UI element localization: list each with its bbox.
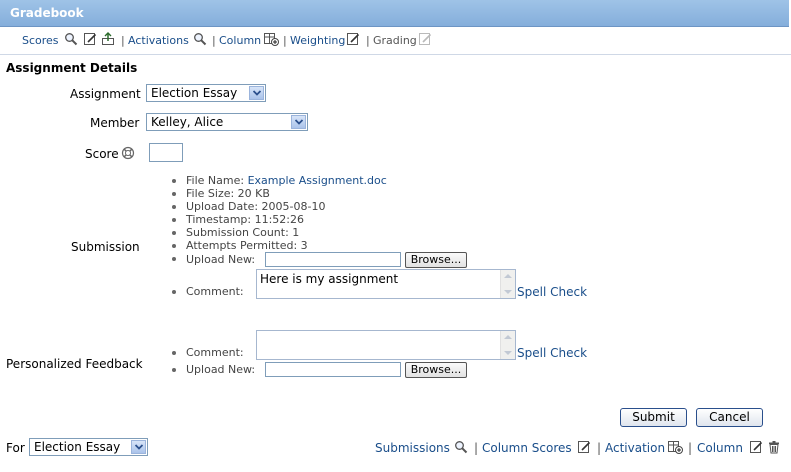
for-select-value: Election Essay (34, 440, 121, 454)
file-name-link[interactable]: Example Assignment.doc (248, 174, 387, 187)
comment-textarea[interactable]: Here is my assignment (256, 269, 516, 299)
window-titlebar: Gradebook (0, 0, 789, 27)
magnifier-icon[interactable] (64, 32, 78, 46)
edit-icon[interactable] (83, 32, 97, 46)
comment-label: Comment: (186, 285, 244, 298)
submission-label: Submission (71, 240, 140, 254)
chevron-down-icon[interactable] (291, 115, 306, 129)
list-item: Submission Count: 1 (170, 226, 387, 239)
list-item: Attempts Permitted: 3 (170, 239, 387, 252)
browse-button[interactable]: Browse... (405, 252, 467, 268)
window-title: Gradebook (10, 6, 84, 20)
feedback-upload-new-label: Upload New: (186, 363, 256, 376)
bullet (172, 290, 176, 294)
footer-separator: | (597, 441, 602, 455)
trash-icon[interactable] (767, 440, 781, 454)
toolbar-separator: | (283, 34, 287, 47)
member-label: Member (90, 116, 140, 130)
personalized-feedback-label: Personalized Feedback (6, 357, 143, 371)
edit-icon[interactable] (346, 32, 360, 46)
toolbar: Scores | Activations | Column | Weightin… (0, 27, 791, 55)
list-item: File Size: 20 KB (170, 187, 387, 200)
add-column-icon[interactable] (667, 440, 683, 454)
list-item: File Name: Example Assignment.doc (170, 174, 387, 187)
submission-details-list: File Name: Example Assignment.doc File S… (170, 174, 387, 252)
toolbar-column-link[interactable]: Column (219, 34, 261, 47)
magnifier-icon[interactable] (454, 440, 468, 454)
scrollbar[interactable] (500, 270, 515, 298)
assignment-label: Assignment (70, 87, 141, 101)
footer-column-link[interactable]: Column (697, 441, 743, 455)
toolbar-scores-link[interactable]: Scores (22, 34, 59, 47)
spell-check-link[interactable]: Spell Check (517, 285, 587, 299)
bullet (172, 257, 176, 261)
footer-submissions-link[interactable]: Submissions (375, 441, 450, 455)
section-title: Assignment Details (6, 61, 138, 75)
submit-button[interactable]: Submit (620, 408, 687, 427)
help-lifesaver-icon[interactable] (121, 146, 135, 160)
bullet (172, 351, 176, 355)
feedback-browse-button[interactable]: Browse... (405, 362, 467, 378)
comment-text: Here is my assignment (260, 272, 399, 286)
footer-column-scores-link[interactable]: Column Scores (482, 441, 572, 455)
feedback-comment-textarea[interactable] (256, 330, 516, 360)
scrollbar[interactable] (500, 331, 515, 359)
assignment-select-value: Election Essay (151, 86, 238, 100)
assignment-select[interactable]: Election Essay (146, 84, 266, 102)
for-assignment-select[interactable]: Election Essay (29, 438, 148, 456)
score-label: Score (85, 147, 119, 161)
for-label: For (6, 441, 25, 455)
footer-separator: | (688, 441, 693, 455)
toolbar-separator: | (212, 34, 216, 47)
upload-new-label: Upload New: (186, 253, 256, 266)
edit-icon[interactable] (749, 440, 763, 454)
toolbar-separator: | (121, 34, 125, 47)
toolbar-weighting-link[interactable]: Weighting (290, 34, 345, 47)
feedback-comment-label: Comment: (186, 346, 244, 359)
feedback-spell-check-link[interactable]: Spell Check (517, 346, 587, 360)
magnifier-icon[interactable] (193, 32, 207, 46)
cancel-button[interactable]: Cancel (696, 408, 763, 427)
footer-activation-link[interactable]: Activation (605, 441, 665, 455)
footer-separator: | (474, 441, 479, 455)
list-item: Timestamp: 11:52:26 (170, 213, 387, 226)
toolbar-activations-link[interactable]: Activations (128, 34, 189, 47)
export-icon[interactable] (101, 32, 115, 46)
add-column-icon[interactable] (263, 32, 279, 46)
list-item: Upload Date: 2005-08-10 (170, 200, 387, 213)
chevron-down-icon[interactable] (131, 440, 146, 454)
edit-icon[interactable] (577, 440, 591, 454)
feedback-upload-file-input[interactable] (265, 362, 401, 377)
file-name-label: File Name: (186, 174, 245, 187)
toolbar-separator: | (366, 34, 370, 47)
edit-icon (419, 33, 432, 45)
member-select-value: Kelley, Alice (151, 115, 224, 129)
chevron-down-icon[interactable] (249, 86, 264, 100)
upload-file-input[interactable] (265, 252, 401, 267)
bullet (172, 368, 176, 372)
score-input[interactable] (149, 143, 183, 162)
toolbar-grading-label: Grading (373, 34, 417, 47)
member-select[interactable]: Kelley, Alice (146, 113, 308, 131)
